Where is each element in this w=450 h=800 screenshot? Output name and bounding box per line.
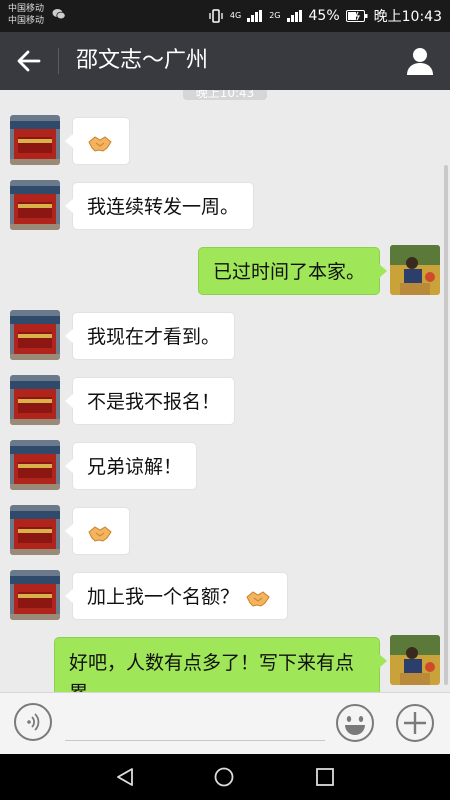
status-bar: 中国移动 中国移动 4G 2G 45% 晚上10:43 — [0, 0, 450, 32]
message-bubble[interactable] — [65, 507, 130, 555]
avatar[interactable] — [10, 375, 60, 425]
message-input[interactable] — [65, 740, 325, 741]
avatar[interactable] — [10, 505, 60, 555]
signal-1-icon — [247, 10, 263, 22]
input-bar — [0, 692, 450, 755]
person-icon[interactable] — [404, 45, 436, 77]
message-bubble-sent[interactable]: 已过时间了本家。 — [197, 247, 388, 295]
carrier-2: 中国移动 — [8, 16, 45, 26]
message-list[interactable]: 晚上10:43 我连续转发一周。 已过时间了本家。 我现在才看到。 不是我不报名… — [0, 90, 450, 692]
plus-icon[interactable] — [395, 703, 435, 743]
carrier-labels: 中国移动 中国移动 — [8, 3, 44, 27]
nav-back-icon[interactable] — [114, 766, 136, 788]
avatar[interactable] — [10, 115, 60, 165]
avatar[interactable] — [10, 570, 60, 620]
chat-title: 邵文志～广州 — [76, 48, 209, 73]
clock: 晚上10:43 — [373, 9, 442, 25]
vibrate-icon — [209, 9, 223, 23]
handshake-emoji-icon — [88, 525, 112, 542]
chat-header: 邵文志～广州 — [0, 32, 450, 90]
message-bubble[interactable]: 不是我不报名！ — [64, 377, 236, 425]
avatar[interactable] — [10, 180, 60, 230]
handshake-emoji-icon — [88, 135, 112, 152]
system-nav-bar — [0, 754, 450, 800]
timestamp-pill: 晚上10:43 — [183, 90, 267, 100]
avatar[interactable] — [10, 440, 60, 490]
nav-recents-icon[interactable] — [314, 766, 336, 788]
message-bubble[interactable]: 我连续转发一周。 — [64, 182, 255, 230]
message-bubble[interactable]: 我现在才看到。 — [64, 312, 236, 360]
avatar[interactable] — [390, 635, 440, 685]
network-2-label: 2G — [269, 11, 281, 20]
carrier-1: 中国移动 — [8, 4, 45, 14]
smiley-icon[interactable] — [335, 703, 375, 743]
scrollbar[interactable] — [444, 165, 448, 685]
battery-percent: 45% — [308, 8, 340, 24]
voice-icon[interactable] — [14, 703, 52, 741]
wechat-notification-icon — [52, 9, 66, 20]
message-bubble[interactable]: 加上我一个名额？ — [64, 572, 289, 620]
message-bubble-sent[interactable]: 好吧，人数有点多了！写下来有点累。 — [54, 637, 387, 692]
message-bubble[interactable]: 兄弟谅解！ — [64, 442, 198, 490]
handshake-emoji-icon — [246, 590, 270, 607]
network-1-label: 4G — [229, 11, 242, 20]
arrow-left-icon[interactable] — [14, 46, 44, 76]
header-divider — [58, 48, 59, 74]
avatar[interactable] — [10, 310, 60, 360]
battery-icon — [345, 10, 368, 22]
nav-home-icon[interactable] — [213, 766, 235, 788]
signal-2-icon — [286, 10, 303, 22]
message-bubble[interactable] — [65, 117, 130, 165]
status-icons: 4G 2G 45% 晚上10:43 — [208, 0, 442, 32]
avatar[interactable] — [390, 245, 440, 295]
